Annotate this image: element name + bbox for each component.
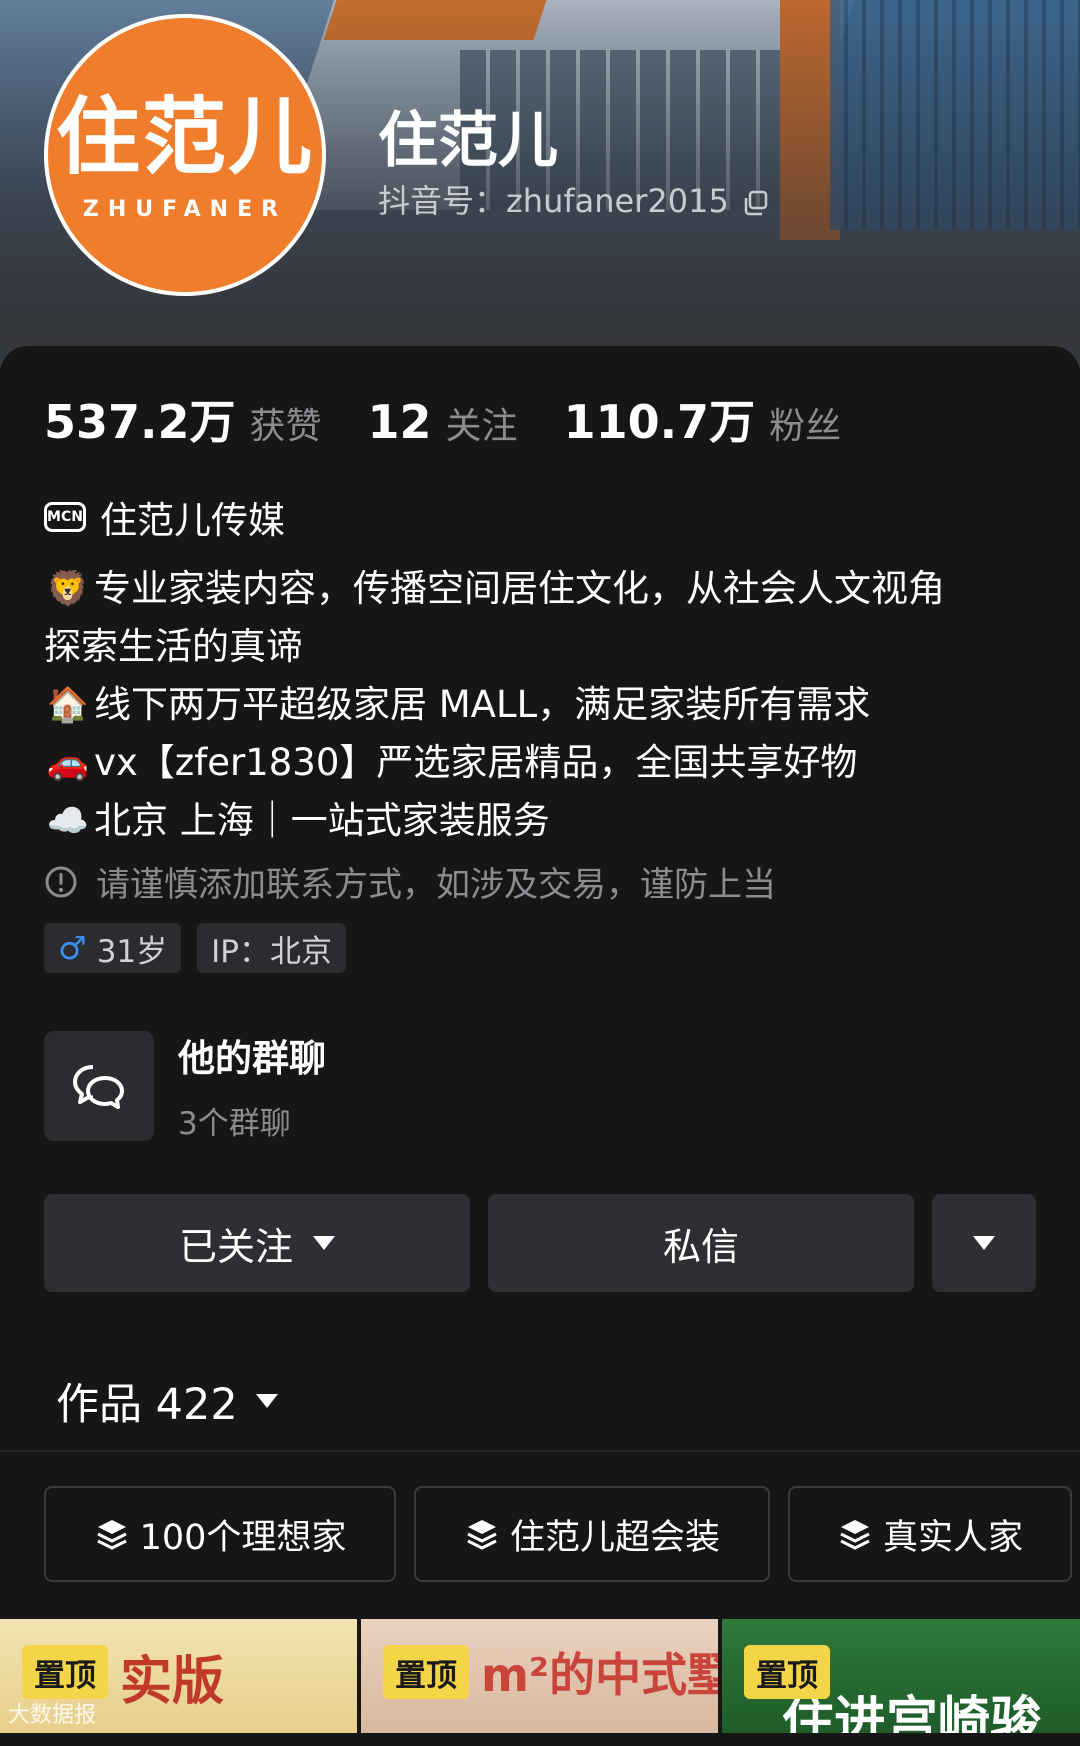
video-thumbnail[interactable]: 实版 置顶 大数据报: [0, 1619, 357, 1733]
thumbnail-title: m²的中式墅院: [481, 1648, 718, 1702]
stat-following[interactable]: 12 关注: [368, 395, 518, 449]
stat-likes: 537.2万 获赞: [44, 386, 322, 452]
divider: [0, 1450, 1080, 1452]
collection-label: 100个理想家: [139, 1517, 347, 1558]
watermark: 大数据报: [8, 1703, 97, 1728]
stat-label: 关注: [445, 406, 518, 447]
bio-text: 专业家装内容，传播空间居住文化，从社会人文视角: [94, 567, 945, 610]
mcn-badge-icon: MCN: [44, 502, 86, 532]
followed-button[interactable]: 已关注: [44, 1194, 470, 1292]
message-label: 私信: [662, 1224, 739, 1269]
video-thumbnail[interactable]: m²的中式墅院 置顶: [361, 1619, 718, 1733]
cloud-emoji-icon: ☁️: [46, 801, 90, 841]
exclamation-circle-icon: [44, 865, 78, 899]
layers-icon: [467, 1520, 497, 1550]
car-emoji-icon: 🚗: [46, 743, 90, 783]
douyin-id-text: 抖音号：zhufaner2015: [378, 182, 729, 220]
caret-down-icon: [973, 1236, 995, 1250]
stats-row: 537.2万 获赞 12 关注 110.7万 粉丝: [44, 386, 887, 452]
message-button[interactable]: 私信: [488, 1194, 914, 1292]
stat-number: 537.2万: [44, 395, 236, 449]
followed-label: 已关注: [178, 1224, 293, 1269]
avatar-logo-text: 住范儿: [55, 87, 314, 186]
collection-chip[interactable]: 真实人家: [788, 1486, 1072, 1582]
layers-icon: [840, 1520, 870, 1550]
thumbnail-title: 实版: [120, 1652, 225, 1712]
copy-icon[interactable]: [743, 186, 769, 216]
age-text: 31岁: [96, 933, 168, 970]
group-chat-title: 他的群聊: [178, 1037, 326, 1080]
stat-number: 12: [367, 395, 432, 449]
video-thumbnail[interactable]: 住进宫崎骏 置顶: [722, 1619, 1080, 1733]
pinned-badge: 置顶: [383, 1645, 469, 1699]
group-chat-subtitle: 3个群聊: [178, 1106, 291, 1142]
group-chat-text: 他的群聊 3个群聊: [178, 1028, 326, 1143]
stat-number: 110.7万: [563, 395, 756, 449]
caret-down-icon: [255, 1394, 278, 1408]
layers-icon: [96, 1520, 127, 1550]
profile-tags: ♂ 31岁 IP：北京: [44, 923, 362, 973]
pinned-badge: 置顶: [744, 1645, 830, 1699]
bio-line: 探索生活的真谛: [44, 618, 1034, 676]
age-tag: ♂ 31岁: [44, 923, 182, 973]
video-grid: 实版 置顶 大数据报 m²的中式墅院 置顶 住进宫崎骏 置顶: [0, 1619, 1080, 1733]
avatar[interactable]: 住范儿 ZHUFANER: [44, 14, 326, 296]
caret-down-icon: [313, 1236, 335, 1250]
works-label: 作品 422: [56, 1380, 238, 1430]
contact-warning: 请谨慎添加联系方式，如涉及交易，谨防上当: [44, 857, 776, 906]
bio-line: 🦁 专业家装内容，传播空间居住文化，从社会人文视角: [44, 560, 1034, 618]
collection-chip[interactable]: 住范儿超会装: [414, 1486, 770, 1582]
collection-chip[interactable]: 100个理想家: [44, 1486, 396, 1582]
works-tab[interactable]: 作品 422: [56, 1370, 278, 1432]
bio-line: 🚗 vx【zfer1830】严选家居精品，全国共享好物: [44, 734, 1034, 792]
lion-emoji-icon: 🦁: [46, 569, 90, 609]
warning-text: 请谨慎添加联系方式，如涉及交易，谨防上当: [96, 865, 776, 905]
group-chat-entry[interactable]: 他的群聊 3个群聊: [44, 1028, 326, 1143]
bio-text: 北京 上海｜一站式家装服务: [94, 799, 550, 842]
mcn-row[interactable]: MCN 住范儿传媒: [44, 490, 285, 544]
pinned-badge: 置顶: [22, 1645, 108, 1699]
bio-line: 🏠 线下两万平超级家居 MALL，满足家装所有需求: [44, 676, 1034, 734]
house-emoji-icon: 🏠: [46, 685, 90, 725]
douyin-id[interactable]: 抖音号：zhufaner2015: [378, 176, 769, 222]
stat-label: 获赞: [249, 406, 322, 447]
collection-label: 真实人家: [882, 1517, 1023, 1558]
group-chat-icon-box: [44, 1030, 154, 1141]
profile-name: 住范儿: [378, 106, 558, 176]
bio-text: 线下两万平超级家居 MALL，满足家装所有需求: [94, 683, 871, 726]
collection-label: 住范儿超会装: [509, 1517, 720, 1558]
male-icon: ♂: [58, 929, 87, 967]
bio: 🦁 专业家装内容，传播空间居住文化，从社会人文视角 探索生活的真谛 🏠 线下两万…: [44, 560, 1034, 850]
bio-text: 探索生活的真谛: [44, 625, 303, 668]
stat-label: 粉丝: [769, 406, 842, 447]
ip-text: IP：北京: [211, 933, 332, 970]
collections-row: 100个理想家 住范儿超会装 真实人家: [44, 1486, 1072, 1582]
action-buttons: 已关注 私信: [44, 1194, 1036, 1292]
bio-line: ☁️ 北京 上海｜一站式家装服务: [44, 792, 1034, 850]
ip-tag: IP：北京: [197, 923, 346, 973]
bio-text: vx【zfer1830】严选家居精品，全国共享好物: [94, 741, 858, 784]
more-dropdown-button[interactable]: [932, 1194, 1036, 1292]
chat-bubbles-icon: [73, 1064, 124, 1109]
mcn-name: 住范儿传媒: [100, 499, 285, 542]
stat-followers[interactable]: 110.7万 粉丝: [564, 386, 842, 452]
avatar-logo-subtext: ZHUFANER: [82, 196, 288, 222]
